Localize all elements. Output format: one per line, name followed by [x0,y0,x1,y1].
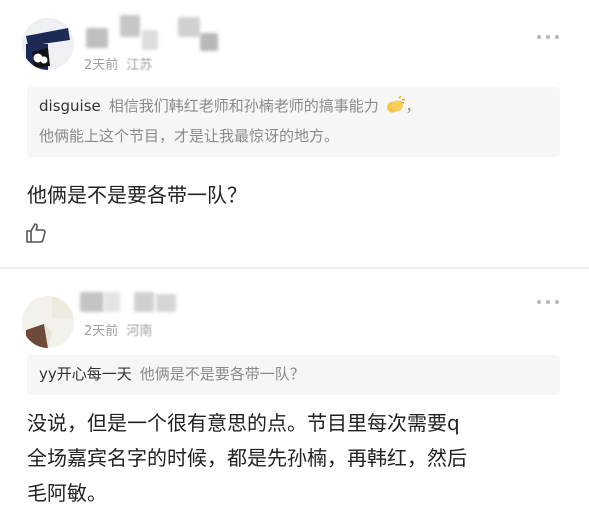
username-redacted [86,28,108,48]
quoted-reply[interactable]: disguise 相信我们韩红老师和孙楠老师的搞事能力 ， 他俩能上这个节目，才是… [27,87,560,157]
comment-time: 2天前 [84,324,119,339]
dot [555,35,559,39]
dot [546,300,550,304]
quote-line: disguise 相信我们韩红老师和孙楠老师的搞事能力 ， [39,91,548,121]
avatar-image [22,18,74,70]
comment-meta: 2天前 江苏 [84,54,152,73]
username-redacted [178,17,200,37]
comment-item: 2天前 江苏 disguise 相信我们韩红老师和孙楠老师的搞事能力 ， 他俩能上… [0,0,589,268]
dot [546,35,550,39]
avatar[interactable] [22,296,74,348]
username-redacted [156,294,176,312]
comment-text-line: 没说，但是一个很有意思的点。节目里每次需要q [27,411,460,435]
comment-text: 他俩是不是要各带一队？ [27,183,247,207]
quote-punct: ， [405,97,421,115]
dot [537,300,541,304]
thumbs-up-icon[interactable] [24,221,48,245]
comment-location: 江苏 [126,58,153,73]
comment-text-line: 全场嘉宾名字的时候，都是先孙楠，再韩红，然后 [27,446,467,470]
username-redacted [200,33,218,51]
username-redacted [134,292,154,312]
quote-line: 他俩能上这个节目，才是让我最惊讶的地方。 [39,127,340,145]
more-dots-icon[interactable] [537,34,559,40]
more-dots-icon[interactable] [537,299,559,305]
comment-item: 2天前 河南 yy开心每一天 他俩是不是要各带一队？ 没说，但是一个很有意思的点。… [0,268,589,526]
quote-text: 他俩是不是要各带一队？ [139,365,305,383]
dot [555,300,559,304]
comment-meta: 2天前 河南 [84,320,152,339]
quote-text: 相信我们韩红老师和孙楠老师的搞事能力 [108,97,379,115]
clapping-hands-emoji [386,96,405,113]
username-redacted [142,30,158,50]
dot [537,35,541,39]
quote-username[interactable]: yy开心每一天 [39,365,132,383]
comment-time: 2天前 [84,58,119,73]
username-redacted [104,292,120,312]
username-redacted [120,15,140,37]
avatar[interactable] [22,18,74,70]
avatar-image [22,296,74,348]
quoted-reply[interactable]: yy开心每一天 他俩是不是要各带一队？ [27,355,560,395]
username-redacted [80,292,104,312]
comment-text-line: 毛阿敏。 [27,481,107,505]
quote-username[interactable]: disguise [39,97,101,115]
comment-location: 河南 [126,324,153,339]
comment-text: 没说，但是一个很有意思的点。节目里每次需要q 全场嘉宾名字的时候，都是先孙楠，再… [27,406,567,511]
comment-thread: 2天前 江苏 disguise 相信我们韩红老师和孙楠老师的搞事能力 ， 他俩能上… [0,0,589,526]
